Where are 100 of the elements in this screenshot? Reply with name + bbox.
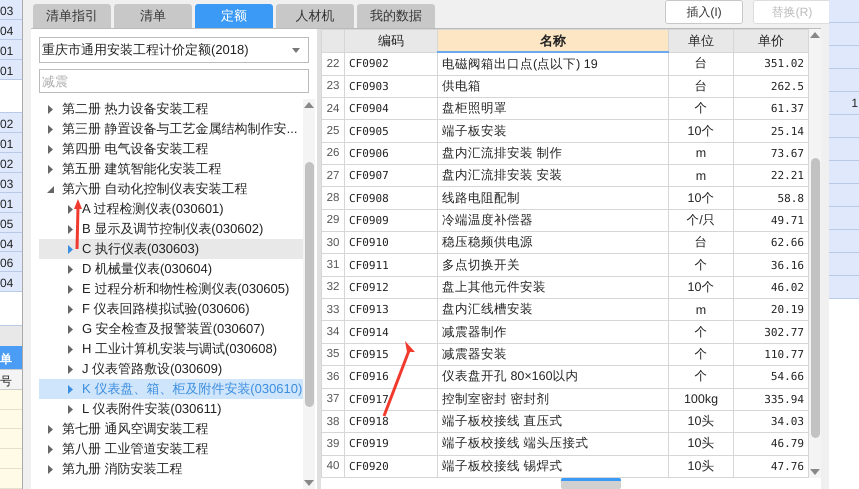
- row-number: 34: [322, 320, 344, 344]
- tree-item[interactable]: 第二册 热力设备安装工程: [39, 99, 303, 119]
- column-header[interactable]: 单位: [668, 30, 734, 52]
- expanded-arrow-icon[interactable]: [47, 184, 54, 194]
- table-cell: 台: [668, 232, 734, 254]
- tree-item[interactable]: L 仪表附件安装(030611): [39, 399, 303, 419]
- collapsed-arrow-icon[interactable]: [47, 144, 54, 154]
- collapsed-arrow-icon[interactable]: [47, 444, 54, 454]
- annotation-arrow: [74, 199, 82, 250]
- collapsed-arrow-icon[interactable]: [47, 124, 54, 134]
- table-cell: CF0917: [344, 388, 438, 410]
- column-header[interactable]: 单价: [734, 30, 808, 52]
- scroll-up-icon[interactable]: [810, 32, 820, 38]
- splitter-handle[interactable]: [561, 478, 621, 489]
- scroll-down-icon[interactable]: [304, 480, 314, 486]
- collapsed-arrow-icon[interactable]: [67, 304, 74, 314]
- table-cell: CF0911: [344, 254, 438, 276]
- table-cell: 100kg: [668, 388, 734, 410]
- table-cell: 03: [0, 0, 22, 20]
- table-cell: 个: [668, 98, 734, 120]
- collapsed-arrow-icon[interactable]: [67, 204, 74, 214]
- table-cell: 稳压稳频供电源: [438, 232, 668, 254]
- table-cell: 个: [668, 320, 734, 344]
- tab[interactable]: 清单: [114, 4, 192, 28]
- scroll-down-icon[interactable]: [810, 469, 820, 475]
- tree-item[interactable]: H 工业计算机安装与调试(030608): [39, 339, 303, 359]
- row-number: 35: [322, 343, 344, 366]
- table-cell: 01: [0, 133, 22, 153]
- dropdown-value: 重庆市通用安装工程计价定额(2018): [42, 41, 249, 59]
- table-cell: 冷端温度补偿器: [438, 209, 668, 232]
- table-cell: CF0912: [344, 276, 438, 299]
- table-cell: 10头: [668, 455, 734, 478]
- collapsed-arrow-icon[interactable]: [67, 384, 74, 394]
- table-cell: 盘内汇线槽安装: [438, 298, 668, 321]
- tree-item[interactable]: 第三册 静置设备与工艺金属结构制作安...: [39, 119, 303, 139]
- tree-item[interactable]: 第七册 通风空调安装工程: [39, 419, 303, 439]
- library-dropdown[interactable]: 重庆市通用安装工程计价定额(2018): [39, 37, 309, 63]
- column-header[interactable]: 名称: [438, 30, 668, 52]
- collapsed-arrow-icon[interactable]: [47, 464, 54, 474]
- collapsed-arrow-icon[interactable]: [67, 404, 74, 414]
- collapsed-arrow-icon[interactable]: [67, 224, 74, 234]
- collapsed-arrow-icon[interactable]: [67, 364, 74, 374]
- table-cell: [829, 276, 859, 299]
- table-cell: [829, 184, 859, 207]
- table-cell: [829, 207, 859, 230]
- table-cell: CF0910: [344, 232, 438, 254]
- table-cell: 10个: [668, 120, 734, 142]
- table-cell: 个: [668, 254, 734, 276]
- collapsed-arrow-icon[interactable]: [67, 344, 74, 354]
- tab[interactable]: 我的数据: [357, 4, 435, 28]
- tree-item[interactable]: 第五册 建筑智能化安装工程: [39, 159, 303, 179]
- collapsed-arrow-icon[interactable]: [67, 264, 74, 274]
- row-number: 28: [322, 186, 344, 210]
- tab[interactable]: 人材机: [276, 4, 354, 28]
- table-cell: 10头: [668, 410, 734, 433]
- tree-item[interactable]: 第八册 工业管道安装工程: [39, 439, 303, 459]
- search-field[interactable]: 减震: [39, 69, 309, 93]
- tree-item[interactable]: A 过程检测仪表(030601): [39, 199, 303, 219]
- table-cell: 个: [668, 343, 734, 366]
- tree-item[interactable]: C 执行仪表(030603): [39, 239, 303, 259]
- scrollbar[interactable]: [809, 29, 821, 478]
- scrollbar[interactable]: [303, 99, 315, 489]
- collapsed-arrow-icon[interactable]: [67, 324, 74, 334]
- tree-item[interactable]: E 过程分析和物性检测仪表(030605): [39, 279, 303, 299]
- tree-item[interactable]: G 安全检查及报警装置(030607): [39, 319, 303, 339]
- tree-item[interactable]: 第九册 消防安装工程: [39, 459, 303, 479]
- table-cell: [0, 449, 22, 470]
- tree-item[interactable]: 第四册 电气设备安装工程: [39, 139, 303, 159]
- collapsed-arrow-icon[interactable]: [47, 164, 54, 174]
- column-header[interactable]: 编码: [344, 30, 438, 52]
- row-number: 40: [322, 455, 344, 478]
- table-cell: 端子板校接线 直压式: [438, 410, 668, 433]
- table-cell: m: [668, 164, 734, 187]
- collapsed-arrow-icon[interactable]: [47, 424, 54, 434]
- table-cell: 端子板校接线 端头压接式: [438, 432, 668, 456]
- row-number: 29: [322, 209, 344, 232]
- scroll-up-icon[interactable]: [304, 102, 314, 108]
- tree-item[interactable]: 第六册 自动化控制仪表安装工程: [39, 179, 303, 199]
- collapsed-arrow-icon[interactable]: [67, 284, 74, 294]
- table-cell: CF0902: [344, 52, 438, 76]
- tree-item[interactable]: J 仪表管路敷设(030609): [39, 359, 303, 379]
- table-cell: [829, 138, 859, 161]
- table-cell: [0, 469, 22, 489]
- tree-item[interactable]: D 机械量仪表(030604): [39, 259, 303, 279]
- table-cell: m: [668, 142, 734, 165]
- table-cell: 10个: [668, 276, 734, 299]
- tab[interactable]: 清单指引: [33, 4, 111, 28]
- tree-item[interactable]: B 显示及调节控制仪表(030602): [39, 219, 303, 239]
- table-cell: 供电箱: [438, 75, 668, 98]
- collapsed-arrow-icon[interactable]: [67, 244, 74, 254]
- row-number: 30: [322, 232, 344, 254]
- table-cell: [829, 23, 859, 46]
- table-cell: 盘上其他元件安装: [438, 276, 668, 299]
- insert-button[interactable]: 插入(I): [665, 0, 743, 24]
- table-cell: 04: [0, 272, 22, 292]
- table-cell: 04: [0, 232, 22, 252]
- row-number: 37: [322, 388, 344, 410]
- tree-item[interactable]: F 仪表回路模拟试验(030606): [39, 299, 303, 319]
- table-cell: 10个: [668, 186, 734, 210]
- collapsed-arrow-icon[interactable]: [47, 104, 54, 114]
